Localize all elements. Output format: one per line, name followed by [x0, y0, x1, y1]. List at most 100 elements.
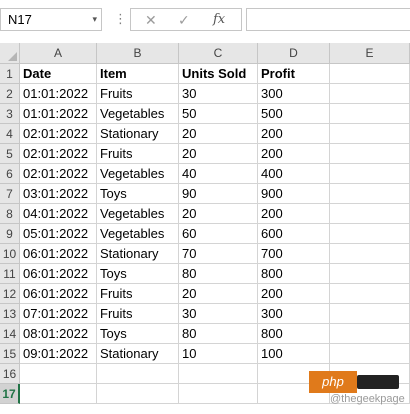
row-header[interactable]: 6	[0, 164, 20, 184]
table-cell[interactable]: Fruits	[97, 144, 179, 164]
table-cell[interactable]	[330, 344, 410, 364]
table-cell[interactable]: 600	[258, 224, 330, 244]
table-cell[interactable]: 06:01:2022	[20, 264, 97, 284]
table-cell[interactable]: 07:01:2022	[20, 304, 97, 324]
table-cell[interactable]	[330, 324, 410, 344]
table-cell[interactable]: 09:01:2022	[20, 344, 97, 364]
row-header[interactable]: 15	[0, 344, 20, 364]
table-cell[interactable]	[330, 284, 410, 304]
column-header-c[interactable]: C	[179, 43, 258, 64]
insert-function-icon[interactable]: fx	[213, 10, 225, 30]
row-header[interactable]: 10	[0, 244, 20, 264]
table-cell[interactable]	[20, 384, 97, 404]
table-cell[interactable]: 05:01:2022	[20, 224, 97, 244]
table-cell[interactable]: 02:01:2022	[20, 124, 97, 144]
row-header[interactable]: 13	[0, 304, 20, 324]
table-cell[interactable]: 04:01:2022	[20, 204, 97, 224]
column-header-a[interactable]: A	[20, 43, 97, 64]
table-cell[interactable]: Fruits	[97, 304, 179, 324]
table-cell[interactable]: 20	[179, 144, 258, 164]
table-cell[interactable]: 80	[179, 264, 258, 284]
row-header[interactable]: 16	[0, 364, 20, 384]
table-cell[interactable]: 10	[179, 344, 258, 364]
table-cell[interactable]: Stationary	[97, 344, 179, 364]
table-cell[interactable]: Vegetables	[97, 204, 179, 224]
table-cell[interactable]: 200	[258, 144, 330, 164]
table-cell[interactable]	[20, 364, 97, 384]
table-cell[interactable]: 60	[179, 224, 258, 244]
table-cell[interactable]: 02:01:2022	[20, 164, 97, 184]
table-cell[interactable]: 800	[258, 324, 330, 344]
table-cell[interactable]: 900	[258, 184, 330, 204]
table-cell[interactable]: 06:01:2022	[20, 244, 97, 264]
column-header-e[interactable]: E	[330, 43, 410, 64]
cancel-icon[interactable]: ✕	[145, 10, 157, 30]
table-cell[interactable]	[330, 84, 410, 104]
name-box[interactable]: N17 ▾	[0, 8, 102, 31]
table-cell[interactable]: 70	[179, 244, 258, 264]
table-cell[interactable]	[330, 184, 410, 204]
table-cell[interactable]: 200	[258, 124, 330, 144]
table-cell[interactable]: 20	[179, 124, 258, 144]
row-header[interactable]: 11	[0, 264, 20, 284]
table-cell[interactable]	[97, 384, 179, 404]
column-header-b[interactable]: B	[97, 43, 179, 64]
table-cell[interactable]: 30	[179, 84, 258, 104]
header-cell[interactable]	[330, 64, 410, 84]
table-cell[interactable]: 20	[179, 204, 258, 224]
table-cell[interactable]	[330, 124, 410, 144]
table-cell[interactable]: 300	[258, 84, 330, 104]
table-cell[interactable]: 01:01:2022	[20, 84, 97, 104]
table-cell[interactable]: 02:01:2022	[20, 144, 97, 164]
table-cell[interactable]: 20	[179, 284, 258, 304]
row-header[interactable]: 14	[0, 324, 20, 344]
table-cell[interactable]: 06:01:2022	[20, 284, 97, 304]
table-cell[interactable]: 500	[258, 104, 330, 124]
table-cell[interactable]: 03:01:2022	[20, 184, 97, 204]
table-cell[interactable]	[330, 144, 410, 164]
more-options-icon[interactable]: ⋮	[114, 9, 127, 29]
formula-input[interactable]	[246, 8, 410, 31]
row-header[interactable]: 7	[0, 184, 20, 204]
header-cell[interactable]: Units Sold	[179, 64, 258, 84]
table-cell[interactable]: Fruits	[97, 84, 179, 104]
header-cell[interactable]: Profit	[258, 64, 330, 84]
table-cell[interactable]: Toys	[97, 264, 179, 284]
chevron-down-icon[interactable]: ▾	[92, 9, 97, 30]
row-header[interactable]: 9	[0, 224, 20, 244]
table-cell[interactable]: Vegetables	[97, 104, 179, 124]
row-header[interactable]: 5	[0, 144, 20, 164]
table-cell[interactable]	[330, 264, 410, 284]
select-all-corner[interactable]	[0, 43, 20, 64]
table-cell[interactable]: 90	[179, 184, 258, 204]
row-header[interactable]: 1	[0, 64, 20, 84]
table-cell[interactable]: Toys	[97, 324, 179, 344]
row-header[interactable]: 8	[0, 204, 20, 224]
table-cell[interactable]	[179, 364, 258, 384]
table-cell[interactable]: 800	[258, 264, 330, 284]
table-cell[interactable]	[179, 384, 258, 404]
table-cell[interactable]: 08:01:2022	[20, 324, 97, 344]
table-cell[interactable]: Vegetables	[97, 164, 179, 184]
table-cell[interactable]: Toys	[97, 184, 179, 204]
column-header-d[interactable]: D	[258, 43, 330, 64]
row-header[interactable]: 17	[0, 384, 20, 404]
table-cell[interactable]	[330, 204, 410, 224]
table-cell[interactable]	[97, 364, 179, 384]
table-cell[interactable]: 30	[179, 304, 258, 324]
table-cell[interactable]: 50	[179, 104, 258, 124]
table-cell[interactable]: 300	[258, 304, 330, 324]
table-cell[interactable]: Fruits	[97, 284, 179, 304]
row-header[interactable]: 3	[0, 104, 20, 124]
table-cell[interactable]	[330, 304, 410, 324]
table-cell[interactable]: 80	[179, 324, 258, 344]
table-cell[interactable]: 01:01:2022	[20, 104, 97, 124]
header-cell[interactable]: Date	[20, 64, 97, 84]
table-cell[interactable]: 200	[258, 204, 330, 224]
table-cell[interactable]: 700	[258, 244, 330, 264]
table-cell[interactable]: 40	[179, 164, 258, 184]
table-cell[interactable]	[330, 244, 410, 264]
table-cell[interactable]: Stationary	[97, 124, 179, 144]
table-cell[interactable]: 200	[258, 284, 330, 304]
table-cell[interactable]: Stationary	[97, 244, 179, 264]
